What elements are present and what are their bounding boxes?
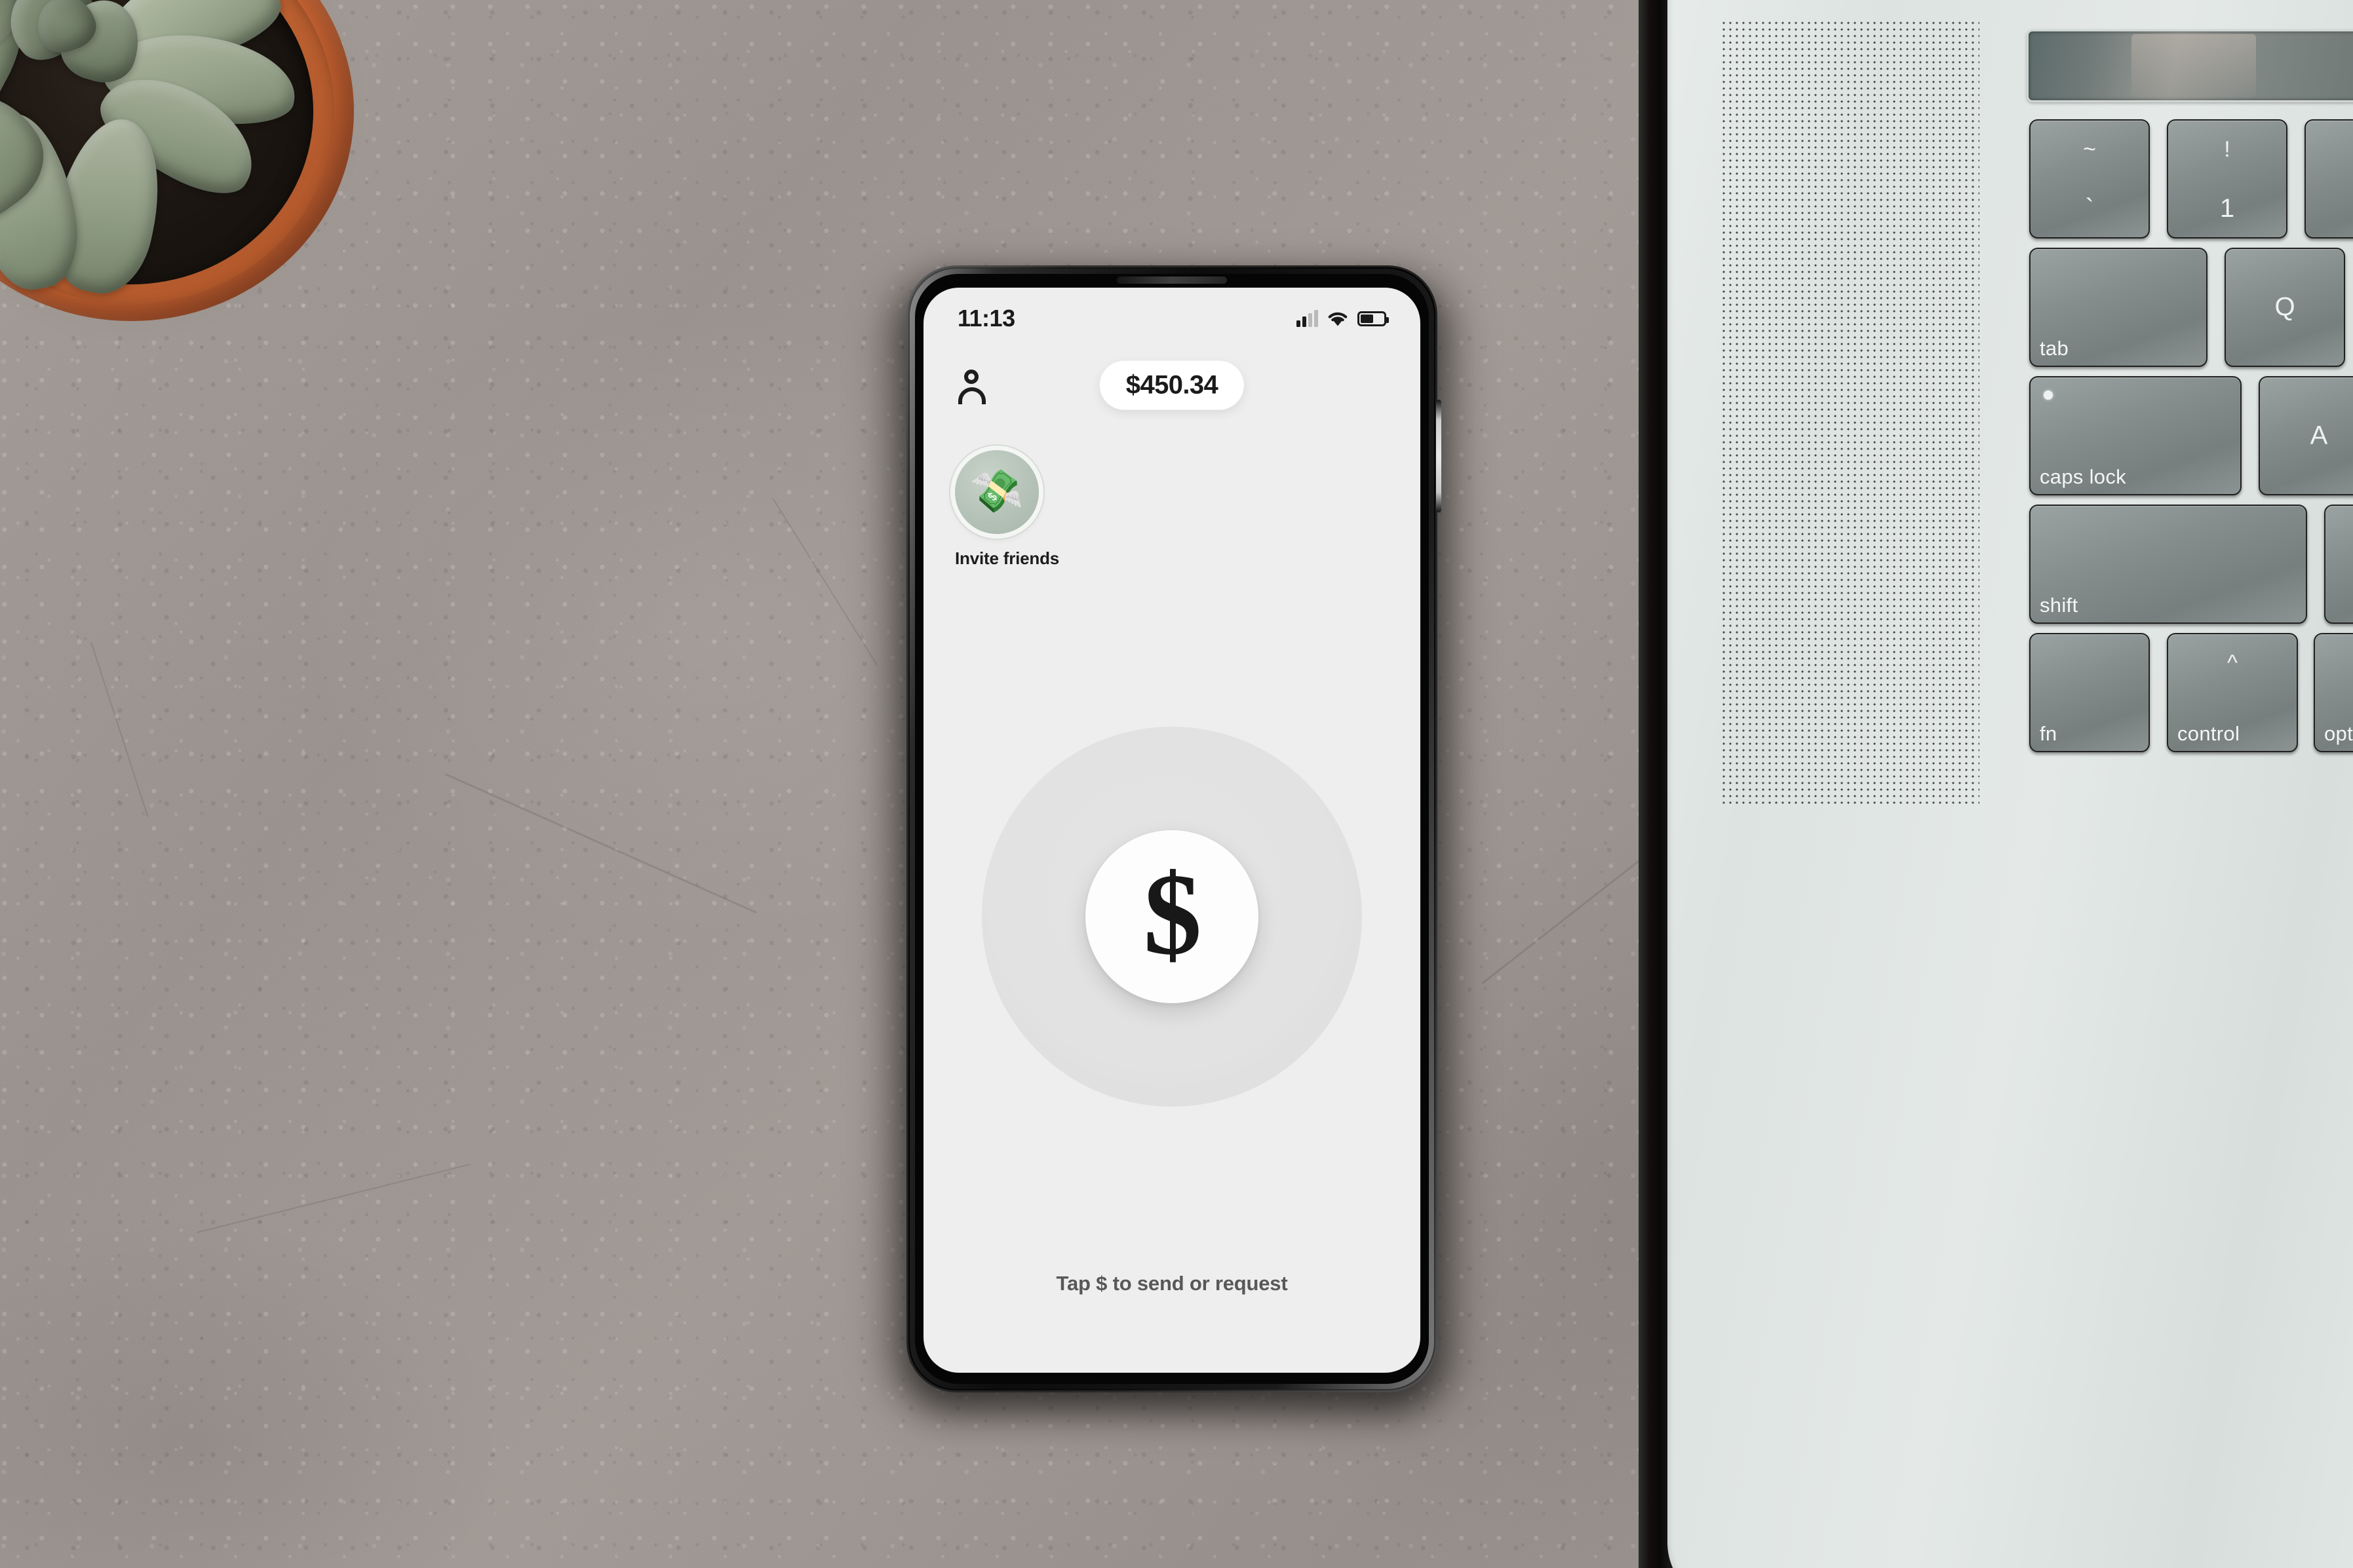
key-tilde-bottom-label: ` [2085,193,2094,223]
potted-succulent [0,0,380,334]
dollar-sign-icon: $ [1143,849,1202,979]
invite-friends-label: Invite friends [955,548,1060,568]
battery-icon [1357,311,1389,326]
control-caret-icon: ^ [2227,650,2238,676]
key-tab-label: tab [2040,337,2069,360]
key-2[interactable]: @ 2 [2304,119,2353,239]
wifi-icon [1328,312,1348,326]
key-1-top-label: ! [2224,136,2230,162]
balance-amount: $450.34 [1125,370,1218,400]
key-a-label: A [2310,421,2328,450]
key-control[interactable]: ^ control [2167,633,2298,752]
cellular-signal-icon [1296,310,1318,327]
option-glyph-icon: ⌥ [2315,651,2353,677]
power-button[interactable] [1436,400,1441,512]
key-2-bottom-label: 2 [2306,194,2353,223]
desk-scene: ~ ` ! 1 @ 2 tab Q W caps lock A [0,0,2353,1568]
key-fn-label: fn [2040,722,2057,745]
macbook-laptop: ~ ` ! 1 @ 2 tab Q W caps lock A [1639,0,2353,1568]
pay-button[interactable]: $ [1085,830,1258,1003]
balance-pill[interactable]: $450.34 [1099,360,1245,410]
key-a[interactable]: A [2259,376,2353,495]
speaker-grille [1721,20,1979,806]
key-2-top-label: @ [2306,137,2353,163]
key-option-label: option [2324,722,2353,745]
app-top-bar: $450.34 [924,356,1420,415]
key-control-label: control [2177,722,2240,745]
key-caps-lock-label: caps lock [2040,465,2126,488]
key-shift-label: shift [2040,594,2078,617]
key-fn[interactable]: fn [2029,633,2150,752]
smartphone: 11:13 $450.34 💸 Invite friends $ Tap $ t… [889,265,1454,1411]
touch-bar-reflection [2131,34,2257,98]
status-bar: 11:13 [924,288,1420,349]
invite-friends-item[interactable]: 💸 Invite friends [955,450,1079,569]
key-q[interactable]: Q [2225,248,2345,367]
key-option[interactable]: ⌥ option [2314,633,2353,752]
key-z-label: Z [2325,550,2353,579]
status-bar-clock: 11:13 [958,305,1015,332]
key-1-bottom-label: 1 [2219,193,2235,223]
caps-lock-indicator-icon [2044,391,2053,400]
earpiece-speaker [1117,277,1227,284]
money-with-wings-icon: 💸 [968,465,1025,518]
person-icon-head [964,370,979,384]
key-tilde-top-label: ~ [2083,136,2096,162]
key-z[interactable]: Z [2324,505,2353,624]
key-q-label: Q [2274,292,2295,322]
phone-screen: 11:13 $450.34 💸 Invite friends $ Tap $ t… [924,288,1420,1373]
key-shift[interactable]: shift [2029,505,2307,624]
key-1[interactable]: ! 1 [2167,119,2287,239]
invite-friends-avatar[interactable]: 💸 [955,450,1039,534]
key-tab[interactable]: tab [2029,248,2207,367]
key-tilde[interactable]: ~ ` [2029,119,2150,239]
person-icon-shoulders [958,387,986,404]
person-icon[interactable] [955,368,989,404]
pay-hint-text: Tap $ to send or request [1056,1272,1288,1295]
key-caps-lock[interactable]: caps lock [2029,376,2242,495]
touch-bar[interactable] [2027,29,2353,102]
status-bar-icons [1296,310,1389,327]
